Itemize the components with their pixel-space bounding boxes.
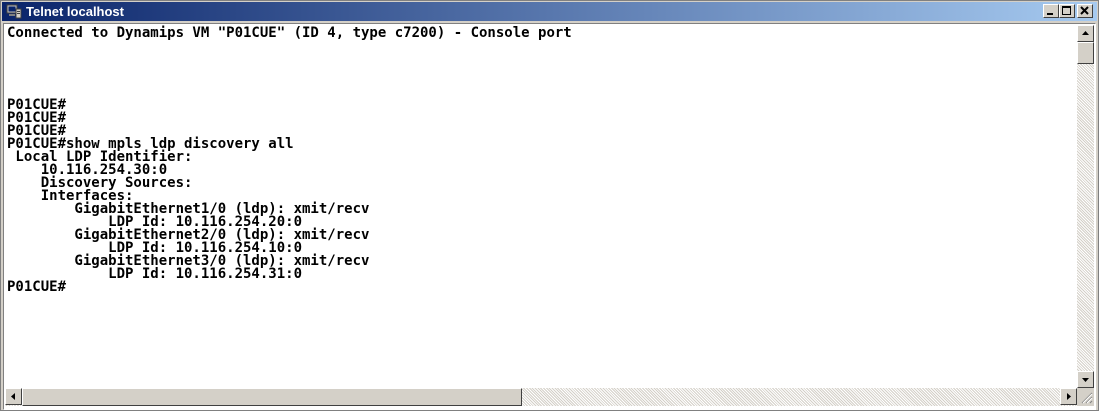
vertical-scrollbar[interactable] <box>1077 25 1094 388</box>
scroll-down-button[interactable] <box>1077 371 1094 388</box>
arrow-up-icon <box>1082 31 1089 35</box>
maximize-icon <box>1062 6 1071 15</box>
arrow-down-icon <box>1082 378 1089 382</box>
telnet-window: Telnet localhost Connected to Dynamips V… <box>0 0 1099 411</box>
horizontal-scrollbar[interactable] <box>5 388 1077 406</box>
resize-grip[interactable] <box>1077 388 1094 406</box>
terminal-line: P01CUE# <box>7 279 67 295</box>
resize-grip-icon <box>1081 392 1093 404</box>
horizontal-scroll-thumb[interactable] <box>22 388 522 406</box>
scroll-right-button[interactable] <box>1060 388 1077 405</box>
window-title: Telnet localhost <box>26 4 124 19</box>
minimize-icon <box>1047 13 1053 15</box>
console-client-area: Connected to Dynamips VM "P01CUE" (ID 4,… <box>3 23 1096 410</box>
scroll-left-button[interactable] <box>5 388 22 405</box>
vertical-scroll-thumb[interactable] <box>1077 42 1094 64</box>
arrow-right-icon <box>1067 393 1071 400</box>
terminal-line: Connected to Dynamips VM "P01CUE" (ID 4,… <box>7 25 572 41</box>
title-bar[interactable]: Telnet localhost <box>2 2 1097 21</box>
close-button[interactable] <box>1077 4 1093 18</box>
terminal-output[interactable]: Connected to Dynamips VM "P01CUE" (ID 4,… <box>5 25 1077 388</box>
maximize-button[interactable] <box>1059 4 1075 18</box>
minimize-button[interactable] <box>1043 4 1059 18</box>
telnet-icon[interactable] <box>6 4 22 19</box>
arrow-left-icon <box>11 393 15 400</box>
close-icon <box>1080 6 1089 15</box>
scroll-up-button[interactable] <box>1077 25 1094 42</box>
